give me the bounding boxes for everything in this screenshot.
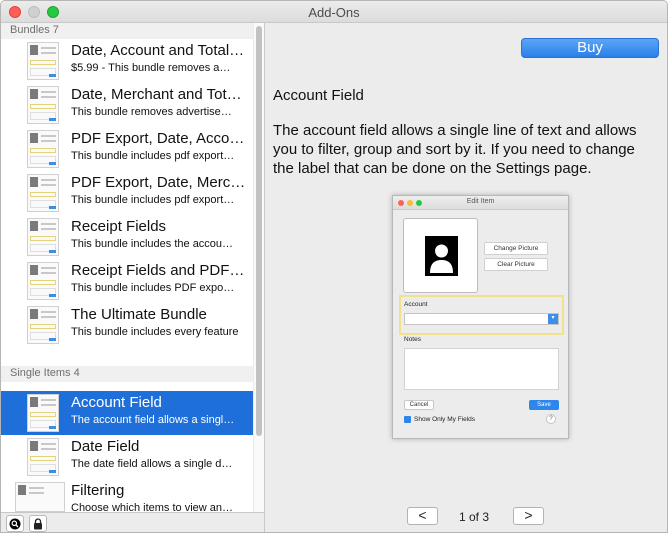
preview-cancel-button: Cancel xyxy=(404,400,434,410)
item-thumbnail xyxy=(27,86,59,124)
item-thumbnail xyxy=(15,482,65,512)
preview-checkbox-icon xyxy=(404,416,411,423)
list-item[interactable]: Filtering Choose which items to view an… xyxy=(1,479,253,512)
list-item[interactable]: Date Field The date field allows a singl… xyxy=(1,435,253,479)
section-header-single-items: Single Items 4 xyxy=(1,366,253,382)
section-header-bundles: Bundles 7 xyxy=(1,23,253,39)
item-subtitle: The account field allows a singl… xyxy=(71,414,235,426)
item-thumbnail xyxy=(27,218,59,256)
preview-clear-picture-button: Clear Picture xyxy=(484,258,548,271)
item-subtitle: This bundle includes pdf export… xyxy=(71,194,235,206)
add-ons-list: Bundles 7 Date, Account and Total… $5.99… xyxy=(1,23,265,512)
search-button[interactable] xyxy=(6,515,24,532)
list-item[interactable]: Date, Account and Total… $5.99 - This bu… xyxy=(1,39,253,83)
item-subtitle: This bundle includes PDF expo… xyxy=(71,282,235,294)
item-subtitle: This bundle includes pdf export… xyxy=(71,150,235,162)
next-page-button[interactable]: > xyxy=(513,507,544,525)
item-thumbnail xyxy=(27,262,59,300)
list-item[interactable]: PDF Export, Date, Acco… This bundle incl… xyxy=(1,127,253,171)
list-item[interactable]: PDF Export, Date, Merc… This bundle incl… xyxy=(1,171,253,215)
title-bar: Add-Ons xyxy=(1,1,667,23)
preview-title-bar: Edit Item xyxy=(393,196,568,210)
sidebar-bottom-bar xyxy=(1,512,265,532)
item-subtitle: This bundle includes the accou… xyxy=(71,238,234,250)
item-title: Date, Account and Total… xyxy=(71,42,245,59)
item-thumbnail xyxy=(27,306,59,344)
item-thumbnail xyxy=(27,174,59,212)
preview-save-button: Save xyxy=(529,400,559,410)
preview-window-title: Edit Item xyxy=(466,198,495,205)
item-thumbnail xyxy=(27,130,59,168)
item-subtitle: This bundle includes every feature xyxy=(71,326,239,338)
window-title: Add-Ons xyxy=(308,5,360,20)
preview-account-label: Account xyxy=(404,301,428,308)
feature-preview-image: Edit Item Change Picture Clear Picture A… xyxy=(392,195,569,439)
list-item-selected[interactable]: Account Field The account field allows a… xyxy=(1,391,253,435)
list-item[interactable]: The Ultimate Bundle This bundle includes… xyxy=(1,303,253,347)
item-subtitle: The date field allows a single d… xyxy=(71,458,233,470)
item-title: Filtering xyxy=(71,482,125,499)
add-ons-window: Add-Ons Bundles 7 Date, Account and Tota… xyxy=(0,0,668,533)
preview-change-picture-button: Change Picture xyxy=(484,242,548,255)
person-icon xyxy=(425,236,458,276)
item-title: Date Field xyxy=(71,438,140,455)
item-title: The Ultimate Bundle xyxy=(71,306,207,323)
buy-button[interactable]: Buy xyxy=(521,38,659,58)
item-title: PDF Export, Date, Acco… xyxy=(71,130,245,147)
item-subtitle: $5.99 - This bundle removes a… xyxy=(71,62,231,74)
preview-notes-field xyxy=(404,348,559,390)
search-icon xyxy=(9,518,21,529)
item-title: Receipt Fields and PDF… xyxy=(71,262,245,279)
preview-notes-label: Notes xyxy=(404,336,421,343)
preview-help-icon: ? xyxy=(546,414,556,424)
item-title: PDF Export, Date, Merc… xyxy=(71,174,246,191)
lock-button[interactable] xyxy=(29,515,47,532)
preview-checkbox-label: Show Only My Fields xyxy=(414,416,476,423)
item-subtitle: This bundle removes advertise… xyxy=(71,106,232,118)
list-item[interactable]: Receipt Fields and PDF… This bundle incl… xyxy=(1,259,253,303)
item-title: Receipt Fields xyxy=(71,218,167,235)
list-item[interactable]: Receipt Fields This bundle includes the … xyxy=(1,215,253,259)
preview-picture-frame xyxy=(403,218,478,293)
item-title: Account Field xyxy=(71,394,162,411)
sidebar-scrollbar-thumb[interactable] xyxy=(256,26,262,436)
detail-title: Account Field xyxy=(273,87,364,104)
chevron-down-icon: ▾ xyxy=(548,314,558,324)
page-indicator: 1 of 3 xyxy=(458,510,490,524)
item-thumbnail xyxy=(27,42,59,80)
detail-description: The account field allows a single line o… xyxy=(273,122,637,177)
lock-icon xyxy=(34,517,42,529)
item-title: Date, Merchant and Tot… xyxy=(71,86,242,103)
item-thumbnail xyxy=(27,394,59,432)
previous-page-button[interactable]: < xyxy=(407,507,438,525)
item-subtitle: Choose which items to view an… xyxy=(71,502,234,512)
item-thumbnail xyxy=(27,438,59,476)
list-item[interactable]: Date, Merchant and Tot… This bundle remo… xyxy=(1,83,253,127)
preview-account-field: ▾ xyxy=(404,313,559,325)
